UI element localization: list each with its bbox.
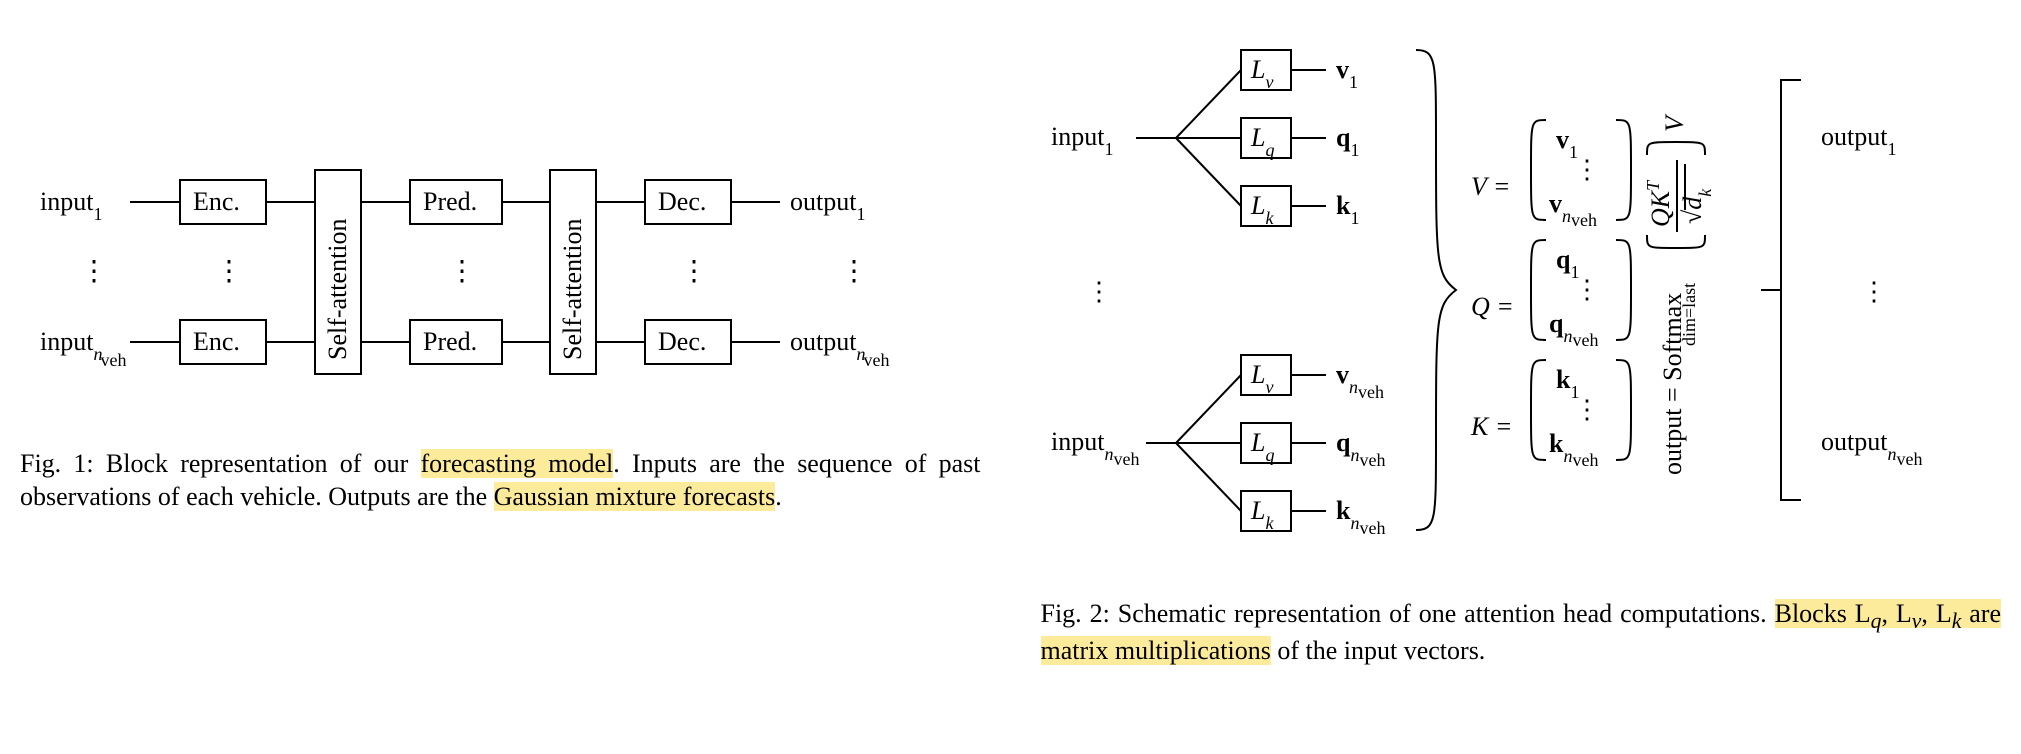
vdots-icon: ⋮ bbox=[448, 256, 476, 287]
vdots-icon: ⋮ bbox=[80, 256, 108, 287]
svg-text:dim=last: dim=last bbox=[1679, 283, 1699, 346]
figure-1-column: .bx { fill:#fff; stroke:#000; stroke-wid… bbox=[20, 20, 981, 668]
figure-2-svg: .bx { fill:#fff; stroke:#000; stroke-wid… bbox=[1041, 20, 2021, 580]
V-bot: vnveh bbox=[1549, 189, 1597, 230]
caption-highlight: Gaussian mixture forecasts bbox=[494, 482, 776, 511]
page: .bx { fill:#fff; stroke:#000; stroke-wid… bbox=[20, 20, 2001, 668]
caption-text: Fig. 2: Schematic representation of one … bbox=[1041, 599, 1775, 628]
output-1-label: output1 bbox=[1821, 122, 1896, 159]
Q-equals: Q = bbox=[1471, 292, 1514, 321]
input-n-label: inputnveh bbox=[40, 327, 126, 370]
caption-text: . bbox=[775, 482, 782, 511]
input-n-label: inputnveh bbox=[1051, 427, 1139, 469]
dec-box-1: Dec. bbox=[658, 187, 706, 216]
pred-box-n: Pred. bbox=[423, 327, 477, 356]
vdots-icon: ⋮ bbox=[1861, 277, 1887, 306]
input-1-label: input1 bbox=[1051, 122, 1113, 159]
output-n-label: outputnveh bbox=[1821, 427, 1922, 469]
enc-box-1: Enc. bbox=[193, 187, 240, 216]
softmax-formula: output = Softmax dim=last QKT √dk V bbox=[1643, 113, 1715, 475]
vdots-icon: ⋮ bbox=[1574, 155, 1600, 184]
V-equals: V = bbox=[1471, 172, 1510, 201]
v1-label: v1 bbox=[1336, 55, 1358, 92]
svg-text:√dk: √dk bbox=[1678, 188, 1715, 224]
figure-1-svg: .bx { fill:#fff; stroke:#000; stroke-wid… bbox=[30, 160, 970, 430]
caption-text: of the input vectors. bbox=[1271, 636, 1485, 665]
vdots-icon: ⋮ bbox=[1574, 395, 1600, 424]
figure-2-caption: Fig. 2: Schematic representation of one … bbox=[1041, 598, 2002, 668]
caption-highlight: forecasting model bbox=[421, 449, 614, 478]
vdots-icon: ⋮ bbox=[215, 256, 243, 287]
K-bot: knveh bbox=[1549, 429, 1598, 470]
K-equals: K = bbox=[1470, 412, 1512, 441]
vdots-icon: ⋮ bbox=[680, 256, 708, 287]
Q-bot: qnveh bbox=[1549, 309, 1598, 350]
pred-box-1: Pred. bbox=[423, 187, 477, 216]
self-attention-2: Self-attention bbox=[558, 218, 587, 360]
q1-label: q1 bbox=[1336, 123, 1359, 160]
figure-1-caption: Fig. 1: Block representation of our fore… bbox=[20, 448, 981, 513]
input-1-label: input1 bbox=[40, 187, 102, 224]
output-n-label: outputnveh bbox=[790, 327, 889, 370]
caption-text: Fig. 1: Block representation of our bbox=[20, 449, 421, 478]
svg-text:V: V bbox=[1660, 113, 1689, 132]
qn-label: qnveh bbox=[1336, 428, 1385, 470]
output-1-label: output1 bbox=[790, 187, 865, 224]
svg-text:QKT: QKT bbox=[1643, 179, 1675, 227]
vdots-icon: ⋮ bbox=[1086, 277, 1112, 306]
enc-box-n: Enc. bbox=[193, 327, 240, 356]
self-attention-1: Self-attention bbox=[323, 218, 352, 360]
k1-label: k1 bbox=[1336, 191, 1359, 228]
figure-2-column: .bx { fill:#fff; stroke:#000; stroke-wid… bbox=[1041, 20, 2002, 668]
vdots-icon: ⋮ bbox=[1574, 275, 1600, 304]
dec-box-n: Dec. bbox=[658, 327, 706, 356]
vn-label: vnveh bbox=[1336, 360, 1384, 402]
kn-label: knveh bbox=[1336, 496, 1385, 538]
vdots-icon: ⋮ bbox=[840, 256, 868, 287]
